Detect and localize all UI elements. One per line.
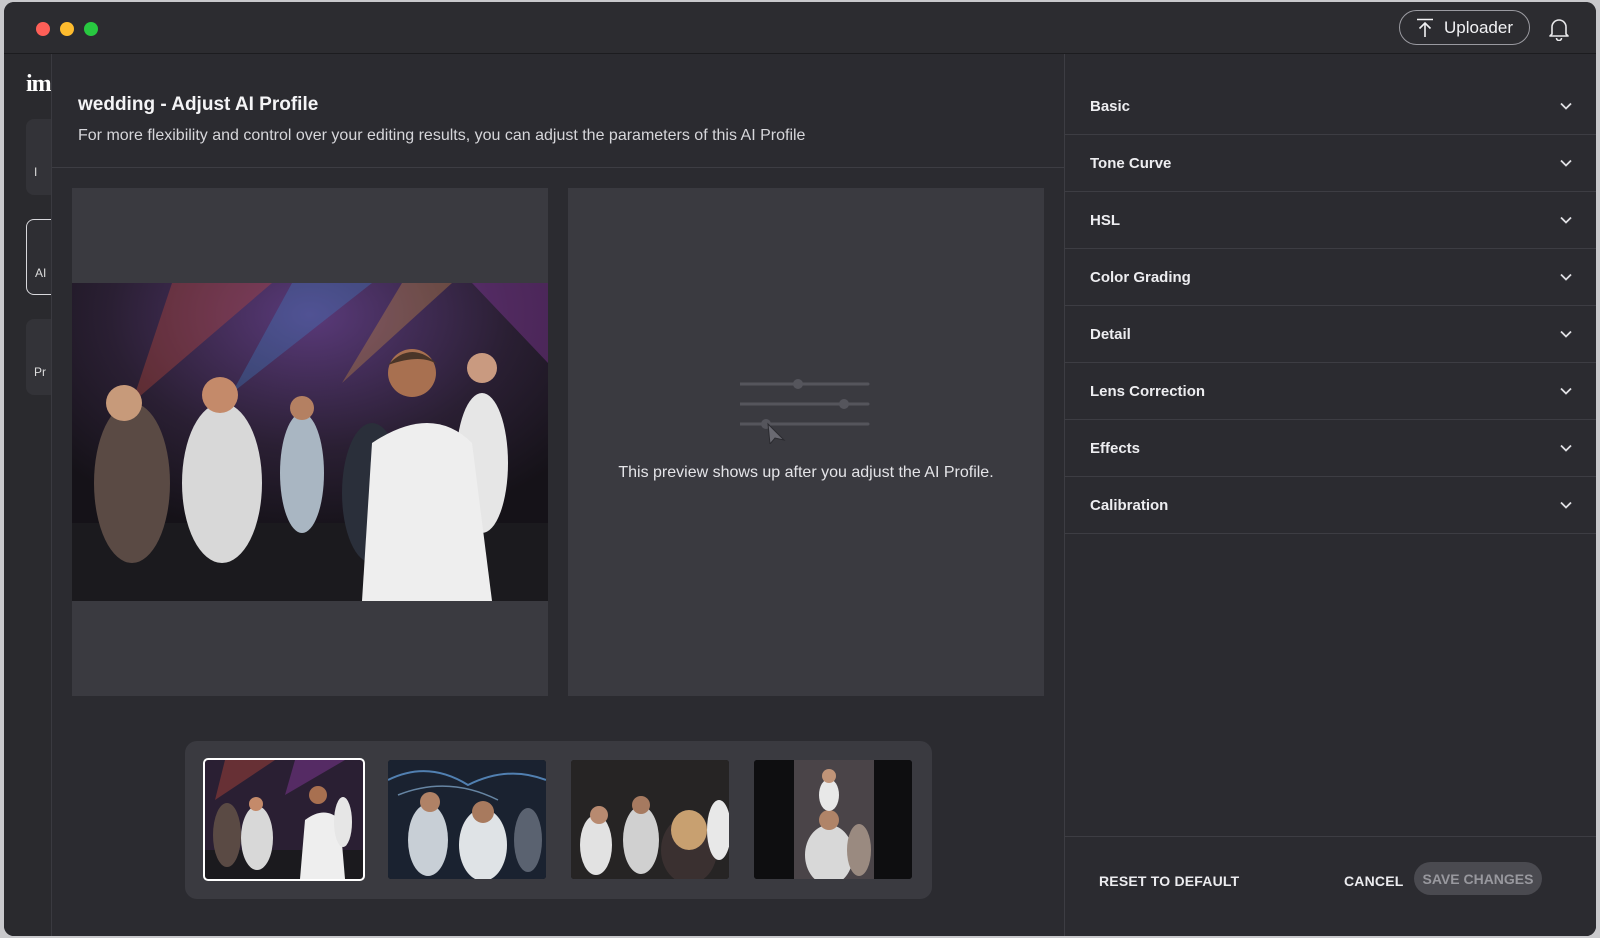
section-label: Detail [1090,325,1131,343]
thumbnail-2[interactable] [388,760,546,879]
chevron-down-icon [1560,387,1572,395]
title-bar: Uploader [4,2,1596,54]
modal-header: wedding - Adjust AI Profile For more fle… [52,54,1064,168]
sliders-icon [740,379,870,444]
thumbnail-4[interactable] [754,760,912,879]
section-effects[interactable]: Effects [1065,420,1596,477]
section-label: Effects [1090,439,1141,457]
preview-area: wedding - Adjust AI Profile For more fle… [52,54,1064,936]
chevron-down-icon [1560,216,1572,224]
original-preview-panel [72,188,548,696]
cancel-button[interactable]: CANCEL [1344,873,1404,889]
section-label: Color Grading [1090,268,1191,286]
sidebar-card-label: I [34,165,38,179]
section-detail[interactable]: Detail [1065,306,1596,363]
adjusted-preview-panel: This preview shows up after you adjust t… [568,188,1044,696]
uploader-label: Uploader [1444,17,1513,37]
save-changes-button[interactable]: SAVE CHANGES [1414,862,1542,895]
app-window: Uploader im I AI Pr wedding - Adjust AI … [4,2,1596,936]
preview-placeholder-text: This preview shows up after you adjust t… [618,464,994,481]
section-label: Tone Curve [1090,154,1172,172]
chevron-down-icon [1560,273,1572,281]
thumbnail-1[interactable] [203,758,365,881]
sidebar-card-label: Pr [34,365,46,379]
sidebar-card-label: AI [35,266,47,280]
original-photo [72,283,548,601]
bell-icon[interactable] [1548,17,1570,41]
section-tone-curve[interactable]: Tone Curve [1065,135,1596,192]
minimize-window-button[interactable] [60,22,74,36]
section-label: Basic [1090,97,1131,115]
section-basic[interactable]: Basic [1065,78,1596,135]
zoom-window-button[interactable] [84,22,98,36]
modal-subtitle: For more flexibility and control over yo… [78,127,806,144]
settings-section-list: Basic Tone Curve HSL Color Grading Detai… [1065,78,1596,534]
upload-icon [1417,18,1433,37]
section-color-grading[interactable]: Color Grading [1065,249,1596,306]
section-lens-correction[interactable]: Lens Correction [1065,363,1596,420]
close-window-button[interactable] [36,22,50,36]
reset-to-default-button[interactable]: RESET TO DEFAULT [1099,873,1239,889]
section-calibration[interactable]: Calibration [1065,477,1596,534]
chevron-down-icon [1560,102,1572,110]
modal-title: wedding - Adjust AI Profile [78,94,319,115]
thumbnail-3[interactable] [571,760,729,879]
uploader-button[interactable]: Uploader [1399,10,1530,45]
chevron-down-icon [1560,501,1572,509]
adjust-ai-profile-modal: wedding - Adjust AI Profile For more fle… [51,54,1596,936]
app-sidebar: im I AI Pr [4,55,66,936]
section-label: Lens Correction [1090,382,1206,400]
chevron-down-icon [1560,444,1572,452]
settings-panel: Basic Tone Curve HSL Color Grading Detai… [1064,54,1596,936]
thumbnail-strip [185,741,932,899]
app-logo: im [26,71,52,97]
section-label: Calibration [1090,496,1169,514]
chevron-down-icon [1560,330,1572,338]
section-label: HSL [1090,211,1120,229]
chevron-down-icon [1560,159,1572,167]
section-hsl[interactable]: HSL [1065,192,1596,249]
settings-footer: RESET TO DEFAULT CANCEL SAVE CHANGES [1065,836,1596,936]
